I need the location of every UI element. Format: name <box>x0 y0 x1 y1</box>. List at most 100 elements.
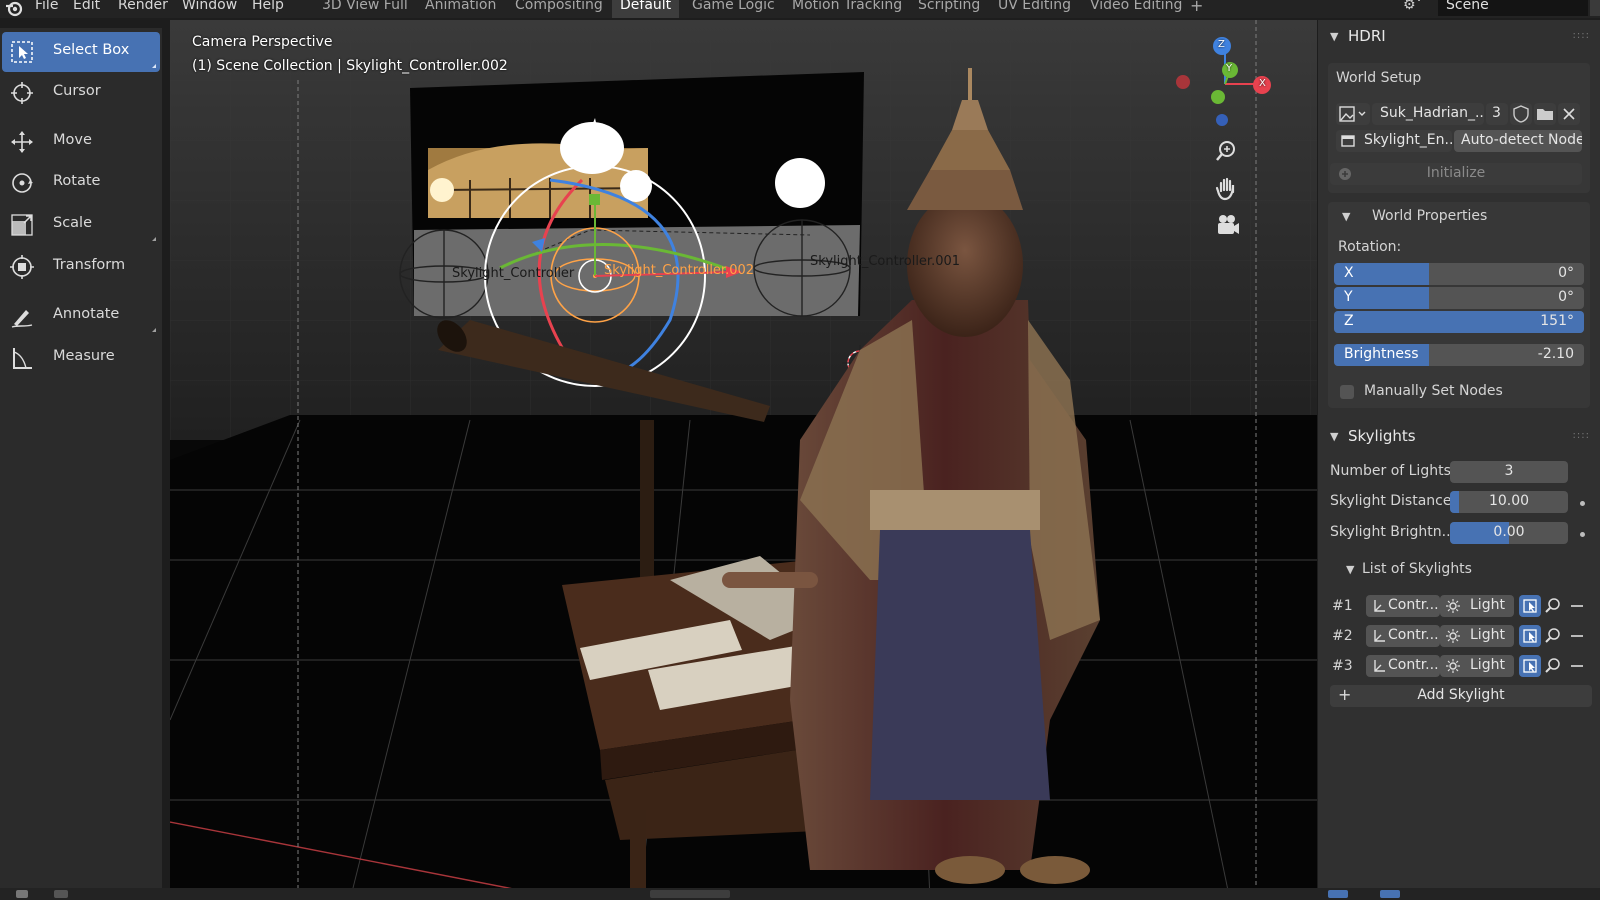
menu-help[interactable]: Help <box>252 0 284 13</box>
skylight-light-field[interactable]: Light <box>1440 595 1514 617</box>
status-toggle[interactable] <box>1328 890 1348 898</box>
skylight-row-index: #2 <box>1332 628 1353 644</box>
number-of-lights-field[interactable]: 3 <box>1450 461 1568 483</box>
tool-measure[interactable]: Measure <box>2 338 160 378</box>
zoom-to-skylight-button[interactable] <box>1542 625 1564 647</box>
tool-annotate[interactable]: Annotate <box>2 296 160 336</box>
light-name: Light <box>1470 627 1505 643</box>
workspace-tab-3d-view-full[interactable]: 3D View Full <box>322 0 408 13</box>
workspace-tab-video-editing[interactable]: Video Editing <box>1090 0 1182 13</box>
mode-icon[interactable] <box>54 890 68 898</box>
workspace-tab-game-logic[interactable]: Game Logic <box>692 0 775 13</box>
tool-rotate[interactable]: Rotate <box>2 163 160 203</box>
skylight-node-selector[interactable]: Skylight_En... <box>1336 130 1452 152</box>
brightness-slider[interactable]: Brightness -2.10 <box>1334 344 1584 366</box>
skylight-light-field[interactable]: Light <box>1440 655 1514 677</box>
magnifier-icon <box>1545 628 1560 643</box>
initialize-label: Initialize <box>1426 165 1486 181</box>
skylight-controller-field[interactable]: Contr... <box>1366 595 1440 617</box>
workspace-tab-scripting[interactable]: Scripting <box>918 0 980 13</box>
scene-selector-icon[interactable]: ⚙˅ <box>1403 0 1423 13</box>
workspace-tab-motion-tracking[interactable]: Motion Tracking <box>792 0 902 13</box>
select-skylight-button[interactable] <box>1519 655 1541 677</box>
keyframe-dot-icon[interactable] <box>1580 501 1585 506</box>
hdri-panel-header[interactable]: ▼ HDRI :::: <box>1318 22 1600 52</box>
image-icon <box>1339 106 1366 122</box>
mouse-icon <box>16 890 28 898</box>
status-dropdown[interactable] <box>650 890 730 898</box>
workspace-tab-uv-editing[interactable]: UV Editing <box>998 0 1071 13</box>
workspace-tab-default[interactable]: Default <box>612 0 680 18</box>
workspace-tab-animation[interactable]: Animation <box>425 0 496 13</box>
scene-name-field[interactable]: Scene <box>1438 0 1588 16</box>
select-skylight-button[interactable] <box>1519 625 1541 647</box>
add-workspace-button[interactable]: + <box>1190 0 1203 15</box>
skylight-controller-field[interactable]: Contr... <box>1366 655 1440 677</box>
scene-browse-button[interactable] <box>1590 0 1600 16</box>
menu-render[interactable]: Render <box>118 0 168 13</box>
pan-hand-icon[interactable] <box>1212 173 1242 203</box>
scale-icon <box>11 214 33 236</box>
image-users-count[interactable]: 3 <box>1486 103 1508 125</box>
tool-label: Rotate <box>53 173 101 189</box>
gizmo-axis-z-label: Z <box>1218 39 1225 50</box>
keyframe-dot-icon[interactable] <box>1580 532 1585 537</box>
image-browse-button[interactable] <box>1336 103 1370 125</box>
zoom-to-skylight-button[interactable] <box>1542 595 1564 617</box>
tool-scale[interactable]: Scale <box>2 205 160 245</box>
sun-light-icon <box>1446 629 1460 643</box>
rotation-x-slider[interactable]: X 0° <box>1334 263 1584 285</box>
tool-label: Measure <box>53 348 115 364</box>
zoom-to-skylight-button[interactable] <box>1542 655 1564 677</box>
unlink-image-button[interactable] <box>1558 103 1580 125</box>
skylight-distance-slider[interactable]: 10.00 <box>1450 491 1568 513</box>
close-icon <box>1563 108 1575 120</box>
node-icon <box>1341 135 1355 147</box>
skylight-brightness-slider[interactable]: 0.00 <box>1450 522 1568 544</box>
select-object-icon <box>1523 599 1537 613</box>
blender-logo-icon[interactable] <box>4 0 24 18</box>
skylights-panel-header[interactable]: ▼ Skylights :::: <box>1318 422 1600 452</box>
sun-light-icon <box>1446 659 1460 673</box>
list-collapse-arrow-icon[interactable]: ▼ <box>1346 563 1354 576</box>
3d-viewport[interactable]: Camera Perspective (1) Scene Collection … <box>170 20 1317 900</box>
viewport-scene-render <box>170 20 1317 900</box>
magnifier-icon <box>1545 598 1560 613</box>
panel-drag-handle-icon[interactable]: :::: <box>1573 430 1590 441</box>
auto-detect-node-button[interactable]: Auto-detect Node <box>1454 130 1582 152</box>
remove-skylight-button[interactable] <box>1566 655 1588 677</box>
brightness-value: -2.10 <box>1537 346 1574 362</box>
select-skylight-button[interactable] <box>1519 595 1541 617</box>
add-skylight-button[interactable]: + Add Skylight <box>1330 685 1592 707</box>
tool-transform[interactable]: Transform <box>2 247 160 287</box>
skylight-controller-field[interactable]: Contr... <box>1366 625 1440 647</box>
menu-edit[interactable]: Edit <box>73 0 100 13</box>
fake-user-button[interactable] <box>1510 103 1532 125</box>
world-properties-collapse-icon[interactable]: ▼ <box>1342 210 1350 223</box>
collapse-arrow-icon: ▼ <box>1330 30 1339 43</box>
gizmo-axis-x-label: X <box>1259 78 1266 89</box>
remove-skylight-button[interactable] <box>1566 625 1588 647</box>
manually-set-nodes-checkbox[interactable] <box>1340 385 1354 399</box>
hdri-image-name-field[interactable]: Suk_Hadrian_... <box>1372 103 1484 125</box>
world-properties-title[interactable]: World Properties <box>1372 208 1487 224</box>
zoom-icon[interactable] <box>1212 136 1242 166</box>
menu-file[interactable]: File <box>35 0 58 13</box>
tool-move[interactable]: Move <box>2 122 160 162</box>
list-of-skylights-title[interactable]: List of Skylights <box>1362 561 1472 577</box>
tool-cursor[interactable]: Cursor <box>2 73 160 113</box>
rotation-z-slider[interactable]: Z 151° <box>1334 311 1584 333</box>
remove-skylight-button[interactable] <box>1566 595 1588 617</box>
initialize-button[interactable]: Initialize <box>1330 163 1582 185</box>
panel-drag-handle-icon[interactable]: :::: <box>1573 30 1590 41</box>
viewport-shading-toggle[interactable] <box>1380 890 1400 898</box>
rotation-y-slider[interactable]: Y 0° <box>1334 287 1584 309</box>
empty-object-icon <box>1374 600 1385 612</box>
skylight-light-field[interactable]: Light <box>1440 625 1514 647</box>
tool-select-box[interactable]: Select Box <box>2 32 160 72</box>
camera-view-icon[interactable] <box>1212 210 1242 240</box>
open-image-button[interactable] <box>1534 103 1556 125</box>
empty-object-icon <box>1374 660 1385 672</box>
menu-window[interactable]: Window <box>182 0 237 13</box>
workspace-tab-compositing[interactable]: Compositing <box>515 0 603 13</box>
